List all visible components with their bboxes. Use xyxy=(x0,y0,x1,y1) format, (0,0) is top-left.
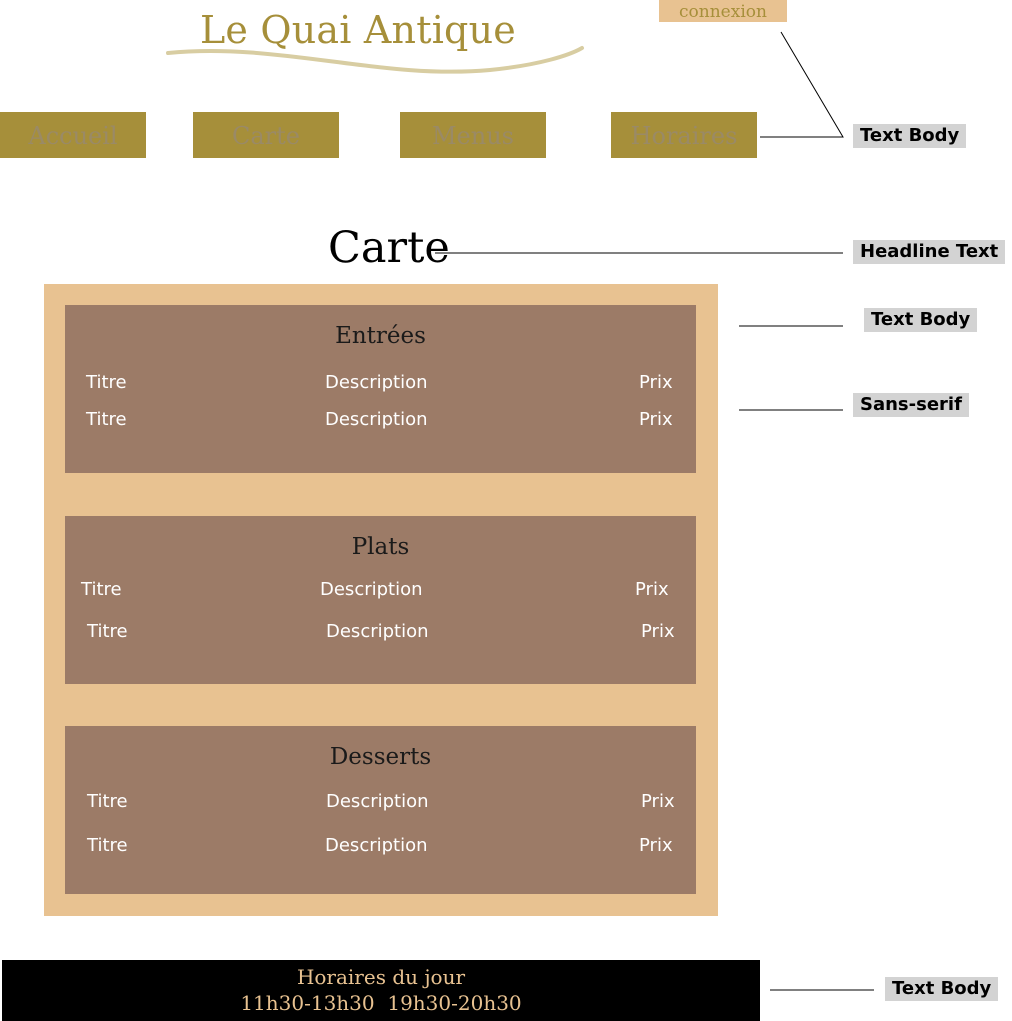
annotation-label-footer-font: Text Body xyxy=(885,977,999,1001)
annotation-label-section-font: Text Body xyxy=(864,308,978,332)
annotation-label-headline-font: Headline Text xyxy=(853,240,1006,264)
annotation-label-nav-font: Text Body xyxy=(853,124,967,148)
annotation-label-items-font: Sans-serif xyxy=(853,393,969,417)
annotation-connectors xyxy=(435,31,874,991)
